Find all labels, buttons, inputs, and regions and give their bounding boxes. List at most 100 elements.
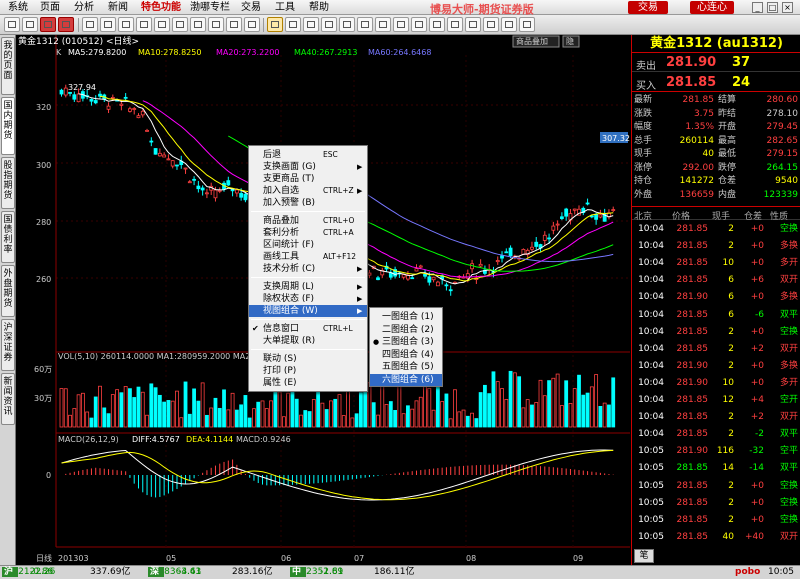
context-item[interactable]: 支换周期 (L) ▶ <box>249 281 367 293</box>
menu-page[interactable]: 页面 <box>40 1 60 14</box>
context-item[interactable]: ✔ 信息窗口 CTRL+L <box>249 323 367 335</box>
kline-icon[interactable] <box>136 17 152 32</box>
volume-bar <box>234 409 239 428</box>
diff-line <box>61 449 614 501</box>
context-item[interactable]: 支更商品 (T) <box>249 173 367 185</box>
alert-icon[interactable] <box>190 17 206 32</box>
candle <box>93 95 98 105</box>
maximize-icon[interactable]: □ <box>767 2 778 13</box>
context-item[interactable]: 视图组合 (W) ▶ <box>249 305 367 317</box>
candle <box>106 102 111 114</box>
tick-header-cell: 现手 <box>712 212 731 222</box>
print-icon[interactable] <box>465 17 481 32</box>
draw-icon[interactable] <box>208 17 224 32</box>
context-item[interactable]: 除权状态 (F) ▶ <box>249 293 367 305</box>
hide-button[interactable]: 隐 <box>566 36 574 46</box>
menu-column[interactable]: 渤哪专栏 <box>190 1 230 14</box>
period-custom-icon[interactable] <box>411 17 427 32</box>
tab-index-futures[interactable]: 股指期货 <box>1 157 15 209</box>
context-item[interactable]: 支换画面 (G) ▶ <box>249 161 367 173</box>
settings-icon[interactable] <box>483 17 499 32</box>
forward-icon[interactable] <box>22 17 38 32</box>
quote-icon[interactable] <box>82 17 98 32</box>
tab-bond-rates[interactable]: 国债利率 <box>1 211 15 263</box>
volume-bar <box>106 413 111 428</box>
context-item[interactable]: 套利分析 CTRL+A <box>249 227 367 239</box>
back-icon[interactable] <box>4 17 20 32</box>
stat-row: 昨结 278.10 <box>718 108 798 119</box>
period-min-icon[interactable] <box>321 17 337 32</box>
period-month-icon[interactable] <box>303 17 319 32</box>
candle <box>72 91 77 103</box>
submenu-item[interactable]: 五图组合 (5) <box>370 361 442 373</box>
period-day-icon[interactable] <box>267 17 283 32</box>
menu-help[interactable]: 帮助 <box>309 1 329 14</box>
buy-row[interactable]: 买入 281.85 24 <box>632 74 800 92</box>
volume-bar <box>410 408 415 428</box>
home-icon[interactable] <box>40 17 56 32</box>
context-item[interactable]: 加入预警 (B) <box>249 197 367 209</box>
volume-bar <box>397 385 402 428</box>
context-item[interactable]: 大单提取 (R) <box>249 335 367 347</box>
period-60min-icon[interactable] <box>393 17 409 32</box>
tab-tick-detail[interactable]: 笔 <box>634 549 654 563</box>
tab-hs-securities[interactable]: 沪深证券 <box>1 319 15 371</box>
submenu-item[interactable]: 六图组合 (6) <box>370 373 442 386</box>
layout-icon[interactable] <box>429 17 445 32</box>
help-icon[interactable] <box>501 17 517 32</box>
window-icon[interactable] <box>447 17 463 32</box>
tick-row: 10:05 281.85 2 +0 空换 <box>638 514 798 525</box>
period-week-icon[interactable] <box>285 17 301 32</box>
menu-news[interactable]: 新闻 <box>108 1 128 14</box>
zoom-in-icon[interactable] <box>226 17 242 32</box>
tab-domestic-futures[interactable]: 国内期货 <box>1 97 15 155</box>
close-icon[interactable]: × <box>782 2 793 13</box>
context-item[interactable]: 画线工具 ALT+F12 <box>249 251 367 263</box>
volume-bar <box>577 374 581 428</box>
period-30min-icon[interactable] <box>375 17 391 32</box>
submenu-item[interactable]: 一图组合 (1) <box>370 311 442 323</box>
candle <box>551 221 556 235</box>
context-item[interactable]: 属性 (E) <box>249 377 367 389</box>
minimize-icon[interactable]: _ <box>752 2 763 13</box>
context-item[interactable]: 加入自选 CTRL+Z ▶ <box>249 185 367 197</box>
menu-trade[interactable]: 交易 <box>241 1 261 14</box>
sell-row[interactable]: 卖出 281.90 37 <box>632 54 800 72</box>
period-15min-icon[interactable] <box>357 17 373 32</box>
context-item[interactable]: 商品叠加 CTRL+O <box>249 215 367 227</box>
volume-bar <box>483 384 487 428</box>
context-item[interactable]: 区间统计 (F) <box>249 239 367 251</box>
context-item[interactable]: 技术分析 (C) ▶ <box>249 263 367 275</box>
volume-bar <box>581 394 586 428</box>
menu-analysis[interactable]: 分析 <box>74 1 94 14</box>
tick-row: 10:04 281.90 2 +0 多换 <box>638 360 798 371</box>
tab-news[interactable]: 新闻资讯 <box>1 373 15 425</box>
context-item[interactable]: 后退 ESC <box>249 149 367 161</box>
menu-tools[interactable]: 工具 <box>275 1 295 14</box>
candle <box>98 90 102 99</box>
indicator-icon[interactable] <box>172 17 188 32</box>
news-icon[interactable] <box>58 17 74 32</box>
volume-bar <box>560 405 564 428</box>
context-item[interactable]: 联动 (S) <box>249 353 367 365</box>
submenu-item[interactable]: 四图组合 (4) <box>370 349 442 361</box>
zoom-out-icon[interactable] <box>244 17 260 32</box>
trade-button[interactable]: 交易 <box>628 1 668 14</box>
volume-bar <box>260 400 265 428</box>
volume-bar <box>307 411 312 428</box>
connect-button[interactable]: 心连心 <box>690 1 734 14</box>
menu-system[interactable]: 系统 <box>8 1 28 14</box>
tab-foreign-futures[interactable]: 外盘期货 <box>1 265 15 317</box>
submenu-item[interactable]: ● 三图组合 (3) <box>370 336 442 348</box>
candle <box>607 209 611 220</box>
menu-special[interactable]: 特色功能 <box>141 1 181 14</box>
context-item[interactable]: 打印 (P) <box>249 365 367 377</box>
timeshare-icon[interactable] <box>154 17 170 32</box>
period-5min-icon[interactable] <box>339 17 355 32</box>
chat-icon[interactable] <box>519 17 535 32</box>
tab-my-page[interactable]: 我的页面 <box>1 37 15 95</box>
list-icon[interactable] <box>100 17 116 32</box>
overlay-button[interactable]: 商品叠加 <box>516 36 548 46</box>
grid-icon[interactable] <box>118 17 134 32</box>
submenu-item[interactable]: 二图组合 (2) <box>370 324 442 336</box>
